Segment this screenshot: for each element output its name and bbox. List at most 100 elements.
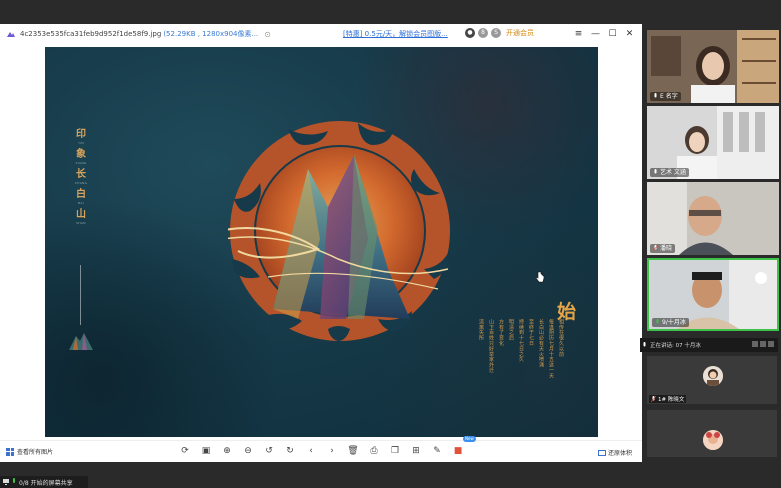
- viewer-toolbar: 查看所有图片 ⟳ ▣ ⊕ ⊖ ↺ ↻ ‹ › 🗑 ⎙ ❐ ⊞ ✎ ■ New 还…: [0, 436, 642, 462]
- delete-icon[interactable]: 🗑: [346, 445, 360, 458]
- maximize-icon[interactable]: ☐: [604, 27, 621, 41]
- restore-size-button[interactable]: 还原体积: [597, 448, 632, 457]
- participant-avatar-tile[interactable]: 1# 陈晓文: [647, 356, 777, 404]
- participant-tile[interactable]: 潘晓: [647, 182, 779, 255]
- restore-label: 还原体积: [607, 450, 632, 457]
- participant-name: 艺术 文涵: [660, 169, 686, 176]
- badge-b-icon[interactable]: 8: [478, 28, 488, 38]
- poem-column: 明清之后: [507, 319, 515, 378]
- poem-column-text: 相传在很久以前: [558, 319, 564, 357]
- participant-tile[interactable]: E 名字: [647, 30, 779, 103]
- screen: 4c2353e535fca31feb9d952f1de58f9.jpg (52.…: [0, 0, 781, 488]
- poem-column: 相传在很久以前: [557, 319, 565, 378]
- title-char: 象: [76, 149, 86, 160]
- participant-avatar-tile[interactable]: [647, 410, 777, 457]
- vertical-title: 印 YIN 象 XIANG 长 CHANG 白 BAI 山 SHAN: [73, 129, 89, 229]
- hand-cursor-icon: [535, 271, 545, 283]
- mic-icon: [13, 478, 15, 483]
- tool-buttons: ⟳ ▣ ⊕ ⊖ ↺ ↻ ‹ › 🗑 ⎙ ❐ ⊞ ✎ ■: [178, 445, 465, 458]
- poem-column-text: 明清之后: [508, 319, 514, 341]
- avatar: [703, 430, 723, 450]
- file-meta: (52.29KB , 1280x904像素...: [163, 30, 259, 38]
- participant-label: 潘晓: [650, 244, 676, 253]
- participant-label: 艺术 文涵: [650, 168, 689, 177]
- monitor-icon: [3, 479, 9, 485]
- minimize-icon[interactable]: —: [587, 27, 604, 41]
- mic-icon: [656, 319, 659, 324]
- participant-name: 9/十月冰: [662, 319, 686, 326]
- titlebar-icons: ● 8 S 开通会员: [465, 28, 534, 38]
- poem-column: 长白山必有天火喷涌: [537, 319, 545, 378]
- restore-icon: [597, 449, 606, 456]
- layout-icon[interactable]: [752, 341, 758, 347]
- poem-column-text: 方有了变化: [498, 319, 504, 346]
- participant-name: 1# 陈晓文: [658, 397, 685, 403]
- mic-icon: [654, 93, 657, 98]
- zoom-in-icon[interactable]: ⊕: [220, 445, 234, 458]
- app-icon[interactable]: ■: [451, 445, 465, 458]
- layout-icon[interactable]: [760, 341, 766, 347]
- grid-icon: [6, 447, 14, 456]
- mini-mountain-icon: [69, 333, 93, 350]
- prev-icon[interactable]: ‹: [304, 445, 318, 458]
- poem-column-text: 长白山必有天火喷涌: [538, 319, 544, 368]
- poem-column-text: 山下百姓只好举家外迁: [488, 319, 494, 373]
- participant-name: E 名字: [660, 93, 678, 100]
- status-text: 0/8 开始的屏幕共享: [19, 479, 73, 487]
- badge-s-icon[interactable]: S: [491, 28, 501, 38]
- zoom-out-icon[interactable]: ⊖: [241, 445, 255, 458]
- title-pinyin: SHAN: [76, 221, 86, 225]
- mic-off-icon: [651, 395, 656, 402]
- poem-column: 持续到十七日之久: [517, 319, 525, 378]
- window-controls: ≡ — ☐ ✕: [570, 27, 638, 41]
- participant-tile-speaking[interactable]: 9/十月冰: [647, 258, 779, 331]
- file-name: 4c2353e535fca31feb9d952f1de58f9.jpg: [20, 30, 162, 38]
- next-icon[interactable]: ›: [325, 445, 339, 458]
- viewer-logo-icon: [7, 32, 15, 37]
- title-pinyin: XIANG: [75, 161, 87, 165]
- avatar: [703, 366, 723, 386]
- viewer-titlebar[interactable]: 4c2353e535fca31feb9d952f1de58f9.jpg (52.…: [0, 24, 642, 44]
- copy-icon[interactable]: ❐: [388, 445, 402, 458]
- print-icon[interactable]: ⎙: [367, 445, 381, 458]
- image-canvas[interactable]: 印 YIN 象 XIANG 长 CHANG 白 BAI 山 SHAN 始 相传在…: [0, 44, 642, 440]
- title-pinyin: YIN: [78, 141, 84, 145]
- sun-seal-graphic: [228, 121, 450, 341]
- new-badge: New: [463, 436, 476, 442]
- participant-name: 潘晓: [660, 245, 673, 252]
- edit-icon[interactable]: ✎: [430, 445, 444, 458]
- screen-share-status[interactable]: 0/8 开始的屏幕共享: [0, 476, 88, 488]
- close-icon[interactable]: ✕: [621, 27, 638, 41]
- mic-icon: [654, 169, 657, 174]
- title-pinyin: CHANG: [74, 181, 88, 185]
- vertical-poem: 相传在很久以前 每逢阴历七月十五这一天 长白山必有天火喷涌 至终于七日 持续到十七日之久…: [477, 319, 565, 378]
- cloud-sync-icon[interactable]: ⊙: [264, 30, 271, 39]
- title-char: 白: [76, 189, 86, 200]
- participant-label: 9/十月冰: [652, 318, 689, 327]
- participant-label: 1# 陈晓文: [649, 395, 687, 403]
- layout-icon[interactable]: [768, 341, 774, 347]
- poem-column: 方有了变化: [497, 319, 505, 378]
- poem-column: 流离失所: [477, 319, 485, 378]
- rotate-icon[interactable]: ⟳: [178, 445, 192, 458]
- tooltip-icons: [752, 341, 774, 347]
- user-avatar-icon[interactable]: ●: [465, 28, 475, 38]
- title-char: 印: [76, 129, 86, 140]
- artwork-image: 印 YIN 象 XIANG 长 CHANG 白 BAI 山 SHAN 始 相传在…: [45, 47, 598, 437]
- poem-column: 山下百姓只好举家外迁: [487, 319, 495, 378]
- vip-button[interactable]: 开通会员: [506, 28, 534, 38]
- speaking-text: 正在讲话: 07 十月冰: [650, 343, 701, 349]
- rotate-left-icon[interactable]: ↺: [262, 445, 276, 458]
- title-pinyin: BAI: [78, 201, 84, 205]
- crop-icon[interactable]: ▣: [199, 445, 213, 458]
- poem-column-text: 每逢阴历七月十五这一天: [548, 319, 554, 379]
- poem-column-text: 持续到十七日之久: [518, 319, 524, 363]
- participant-tile[interactable]: 艺术 文涵: [647, 106, 779, 179]
- ocr-icon[interactable]: ⊞: [409, 445, 423, 458]
- title-char: 山: [76, 209, 86, 220]
- image-viewer-window: 4c2353e535fca31feb9d952f1de58f9.jpg (52.…: [0, 24, 642, 462]
- rotate-right-icon[interactable]: ↻: [283, 445, 297, 458]
- view-all-button[interactable]: 查看所有图片: [6, 447, 53, 456]
- promo-link[interactable]: [特惠] 0.5元/天，解锁会员图版...: [343, 29, 448, 39]
- menu-icon[interactable]: ≡: [570, 27, 587, 41]
